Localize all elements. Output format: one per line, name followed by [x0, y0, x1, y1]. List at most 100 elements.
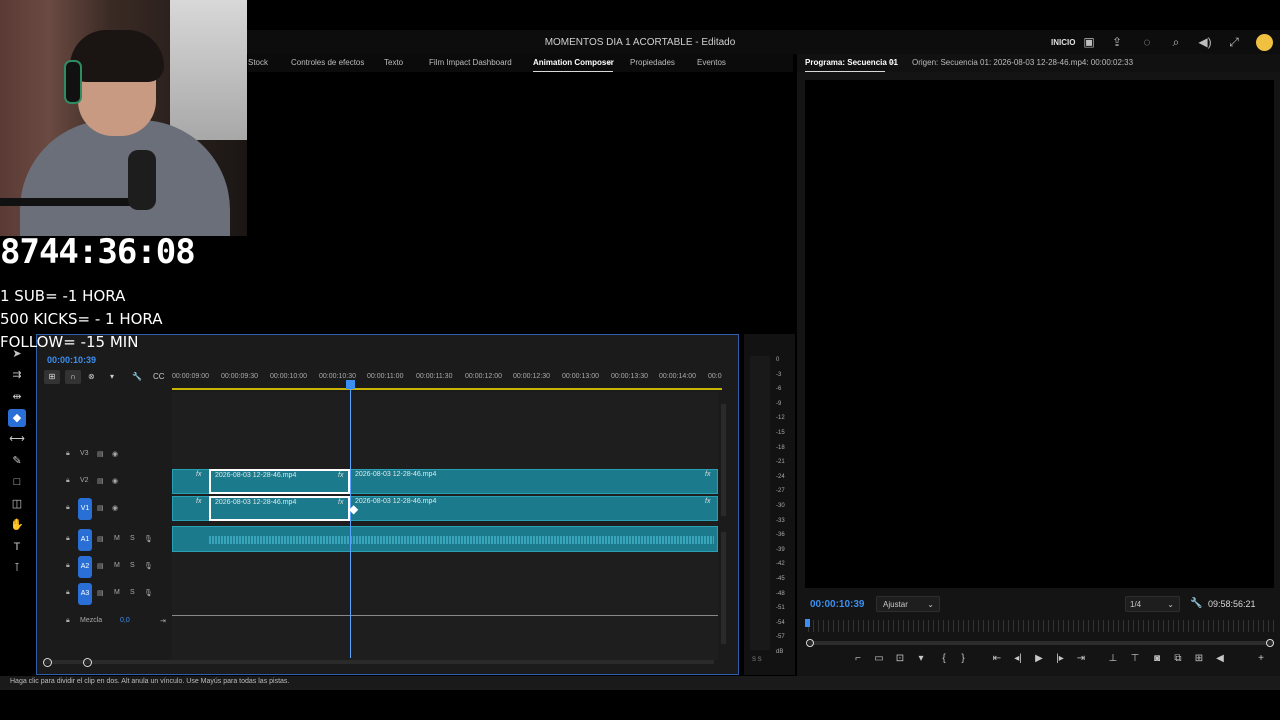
- extract-icon[interactable]: ⊤: [1128, 652, 1142, 666]
- program-playhead[interactable]: [805, 619, 810, 627]
- playhead-handle[interactable]: [346, 380, 355, 389]
- mix-go-end-icon[interactable]: ⇥: [160, 617, 166, 625]
- step-forward-icon[interactable]: |▸: [1053, 652, 1067, 666]
- solo-button[interactable]: S: [130, 562, 135, 569]
- audio-icon[interactable]: ◀: [1213, 652, 1227, 666]
- mute-button[interactable]: M: [114, 589, 120, 596]
- tab-text[interactable]: Texto: [384, 58, 403, 67]
- track-select-tool-icon[interactable]: ⇉: [8, 366, 26, 384]
- add-button-icon[interactable]: +: [1254, 652, 1268, 666]
- insert-nest-icon[interactable]: ⊞: [44, 370, 60, 384]
- export-frame-icon[interactable]: ◙: [1150, 652, 1164, 666]
- home-button[interactable]: INICIO: [1051, 38, 1075, 47]
- slip-tool-icon[interactable]: ⟷: [8, 430, 26, 448]
- lock-icon[interactable]: 🔒︎: [66, 589, 70, 597]
- tab-stock[interactable]: Stock: [248, 58, 268, 67]
- mic-icon[interactable]: 🎙︎: [144, 535, 153, 543]
- clip-v2-b[interactable]: 2026-08-03 12-28-46.mp4 fx: [350, 469, 718, 494]
- scroll-handle-right[interactable]: [83, 658, 92, 667]
- clip-v1-b[interactable]: 2026-08-03 12-28-46.mp4 fx: [350, 496, 718, 521]
- caption-tool-icon[interactable]: ⊺: [8, 559, 26, 577]
- lock-icon[interactable]: 🔒︎: [66, 450, 70, 458]
- meter-solo-buttons[interactable]: S S: [752, 657, 762, 663]
- track-label-v1[interactable]: V1: [78, 498, 92, 520]
- zoom-handle-left[interactable]: [806, 639, 814, 647]
- solo-button[interactable]: S: [130, 535, 135, 542]
- tab-animation-composer[interactable]: Animation Composer: [533, 58, 614, 67]
- lift-icon[interactable]: ⊥: [1106, 652, 1120, 666]
- go-to-in-icon[interactable]: ⇤: [990, 652, 1004, 666]
- mark-in-icon[interactable]: ⌐: [851, 652, 865, 666]
- timeline-playhead[interactable]: [350, 380, 351, 658]
- mic-icon[interactable]: 🎙︎: [144, 589, 153, 597]
- razor-tool-icon[interactable]: ◆: [8, 409, 26, 427]
- mute-button[interactable]: M: [114, 535, 120, 542]
- add-marker-icon[interactable]: ▾: [914, 652, 928, 666]
- clip-v2-selected[interactable]: 2026-08-03 12-28-46.mp4 fx: [209, 469, 350, 494]
- step-back-icon[interactable]: ◂|: [1011, 652, 1025, 666]
- lock-icon[interactable]: 🔒︎: [66, 562, 70, 570]
- eye-icon[interactable]: ◉: [112, 477, 118, 485]
- rectangle-tool-icon[interactable]: □: [8, 473, 26, 491]
- mix-value[interactable]: 0,0: [120, 617, 130, 624]
- tab-film-impact[interactable]: Film Impact Dashboard: [429, 58, 512, 67]
- panel-icon[interactable]: ▣: [1081, 34, 1097, 50]
- safe-margins-icon[interactable]: ▭: [872, 652, 886, 666]
- captions-icon[interactable]: CC: [153, 372, 165, 381]
- work-area-bar[interactable]: [172, 388, 722, 390]
- eye-icon[interactable]: ◉: [112, 450, 118, 458]
- tab-properties[interactable]: Propiedades: [630, 58, 675, 67]
- hand-tool-icon[interactable]: ✋: [8, 516, 26, 534]
- comparison-view-icon[interactable]: ⧉: [1171, 652, 1185, 666]
- tab-program[interactable]: Programa: Secuencia 01: [805, 58, 898, 67]
- fit-dropdown[interactable]: Ajustar ⌄: [876, 596, 940, 612]
- resolution-dropdown[interactable]: 1/4 ⌄: [1125, 596, 1180, 612]
- eye-icon[interactable]: ◉: [112, 504, 118, 512]
- track-label-a1[interactable]: A1: [78, 529, 92, 551]
- multicam-icon[interactable]: ⊞: [1192, 652, 1206, 666]
- program-timecode[interactable]: 00:00:10:39: [810, 599, 864, 610]
- mute-button[interactable]: M: [114, 562, 120, 569]
- lock-icon[interactable]: 🔒︎: [66, 535, 70, 543]
- tab-events[interactable]: Eventos: [697, 58, 726, 67]
- sync-icon[interactable]: ▤: [97, 562, 104, 570]
- scroll-handle-left[interactable]: [43, 658, 52, 667]
- program-tab-menu-icon[interactable]: ≡: [890, 58, 895, 67]
- snap-icon[interactable]: ∩: [65, 370, 81, 384]
- fullscreen-icon[interactable]: ⤢: [1226, 34, 1242, 50]
- mark-in-bracket-icon[interactable]: {: [937, 652, 951, 666]
- audio-tracks-scrollbar[interactable]: [721, 532, 726, 644]
- sync-icon[interactable]: ▤: [97, 504, 104, 512]
- clip-a1[interactable]: [172, 526, 718, 552]
- search-icon[interactable]: ⌕: [1168, 34, 1184, 50]
- clip-v1-selected[interactable]: 2026-08-03 12-28-46.mp4 fx: [209, 496, 350, 521]
- sync-icon[interactable]: ▤: [97, 450, 104, 458]
- tab-effect-controls[interactable]: Controles de efectos: [291, 58, 364, 67]
- sync-icon[interactable]: ▤: [97, 535, 104, 543]
- add-marker-timeline-icon[interactable]: ▾: [110, 372, 114, 381]
- tab-source[interactable]: Origen: Secuencia 01: 2026-08-03 12-28-4…: [912, 58, 1133, 67]
- program-zoom-scrollbar[interactable]: [808, 641, 1274, 645]
- camera-lock-icon[interactable]: ⊡: [893, 652, 907, 666]
- remix-tool-icon[interactable]: ◫: [8, 495, 26, 513]
- lock-icon[interactable]: 🔒︎: [66, 504, 70, 512]
- share-icon[interactable]: ⇪: [1109, 34, 1125, 50]
- timeline-timecode[interactable]: 00:00:10:39: [47, 355, 96, 365]
- tab-menu-icon[interactable]: ≡: [607, 58, 612, 67]
- progress-icon[interactable]: ◌: [1139, 34, 1155, 50]
- volume-icon[interactable]: ◀): [1197, 34, 1213, 50]
- type-tool-icon[interactable]: T: [8, 538, 26, 556]
- go-to-out-icon[interactable]: ⇥: [1074, 652, 1088, 666]
- timeline-horizontal-scrollbar[interactable]: [44, 660, 714, 664]
- wrench-icon[interactable]: 🔧: [1190, 598, 1202, 609]
- pen-tool-icon[interactable]: ✎: [8, 452, 26, 470]
- video-tracks-scrollbar[interactable]: [721, 404, 726, 516]
- sync-icon[interactable]: ▤: [97, 589, 104, 597]
- mic-icon[interactable]: 🎙︎: [144, 562, 153, 570]
- lock-icon[interactable]: 🔒︎: [66, 477, 70, 485]
- program-viewer[interactable]: [805, 80, 1274, 588]
- timeline-settings-icon[interactable]: 🔧: [132, 372, 142, 381]
- lock-icon[interactable]: 🔒︎: [66, 617, 70, 625]
- clip-v1-a[interactable]: fx: [172, 496, 210, 521]
- mark-out-bracket-icon[interactable]: }: [956, 652, 970, 666]
